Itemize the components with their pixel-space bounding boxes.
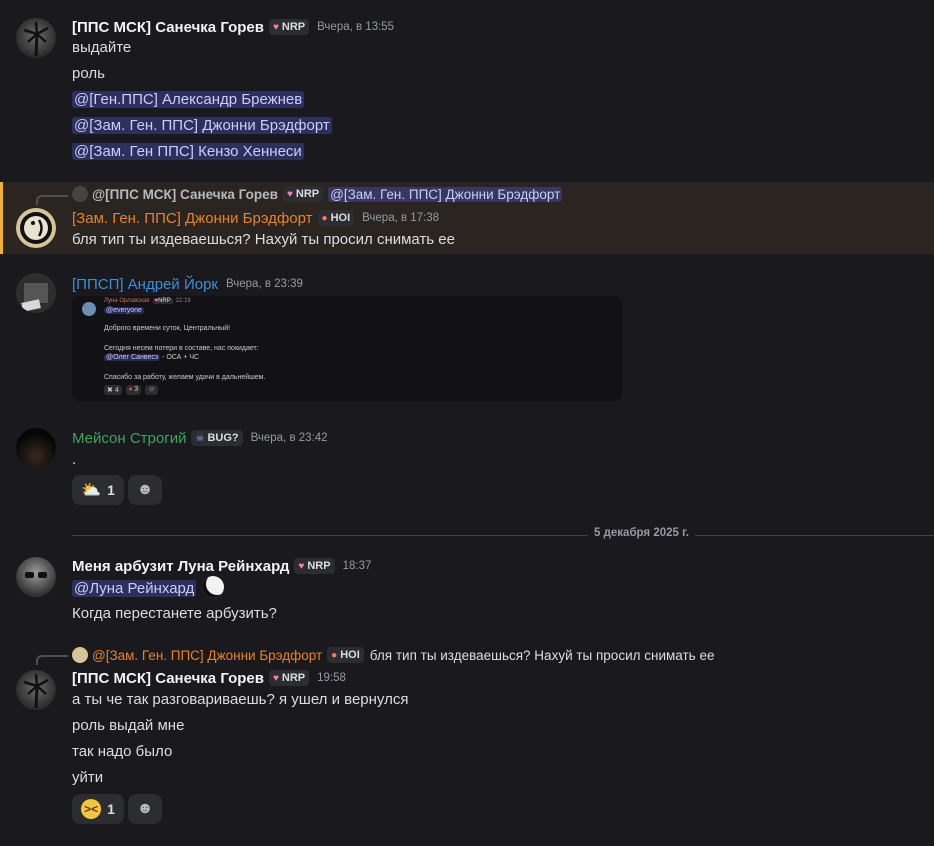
avatar	[72, 647, 88, 663]
message-text: уйти	[72, 769, 104, 786]
add-reaction-button[interactable]: ☻	[128, 794, 162, 824]
embed-text: @Олег Санвесз - ОСА + ЧС	[104, 354, 200, 361]
message-text: бля тип ты издеваешься? Нахуй ты просил …	[72, 231, 455, 248]
author-name[interactable]: [Зам. Ген. ППС] Джонни Брэдфорт	[72, 210, 313, 227]
message-text: Когда перестанете арбузить?	[72, 605, 277, 622]
user-mention[interactable]: @[Зам. Ген. ППС] Джонни Брэдфорт	[72, 117, 332, 134]
panda-emoji-icon	[202, 576, 225, 598]
reply-spine	[36, 195, 68, 205]
timestamp: Вчера, в 23:39	[225, 278, 303, 290]
add-reaction-icon: ☻	[136, 481, 154, 498]
palm-tree-icon	[23, 673, 49, 709]
sun-behind-cloud-icon: ⛅	[81, 482, 102, 499]
timestamp: Вчера, в 17:38	[362, 212, 440, 224]
embed-text: Спасибо за работу, желаем удачи в дальне…	[104, 374, 266, 381]
avatar[interactable]	[16, 18, 56, 58]
fire-icon: ●	[331, 649, 338, 661]
guild-tag: ♥NRP	[282, 186, 324, 202]
emoji-icon: ♦	[128, 386, 133, 393]
guild-tag[interactable]: ☠ BUG?	[191, 430, 243, 446]
message-header: [ППСП] Андрей Йорк Вчера, в 23:39	[72, 274, 303, 294]
message-text: @Луна Рейнхард	[72, 576, 225, 600]
guild-tag[interactable]: ♥ NRP	[268, 19, 310, 35]
skull-icon: ☠	[195, 432, 205, 444]
author-name[interactable]: [ППС МСК] Санечка Горев	[72, 19, 264, 36]
timestamp: 18:37	[342, 560, 372, 572]
heart-icon: ♥	[272, 21, 279, 33]
message-header: [ППС МСК] Санечка Горев ♥ NRP Вчера, в 13…	[72, 17, 394, 37]
timestamp: Вчера, в 13:55	[317, 21, 395, 33]
message-text: так надо было	[72, 743, 173, 760]
add-reaction-button[interactable]: ☻	[128, 475, 162, 505]
message-text: выдайте	[72, 39, 132, 56]
message-header: [Зам. Ген. ППС] Джонни Брэдфорт ● HOI Вче…	[72, 208, 439, 228]
guild-tag: ● HOI	[327, 647, 364, 663]
reaction: ♦ 3	[125, 385, 142, 395]
heart-icon: ♥	[272, 672, 279, 684]
reaction: ✖ 4	[104, 385, 122, 395]
guild-tag[interactable]: ● HOI	[317, 210, 355, 226]
reply-spine	[36, 655, 68, 665]
avatar[interactable]	[16, 208, 56, 248]
sunglasses-icon	[25, 572, 47, 578]
author-name[interactable]: Меня арбузит Луна Рейнхард	[72, 558, 289, 575]
avatar[interactable]	[16, 670, 56, 710]
reply-author: @[Зам. Ген. ППС] Джонни Брэдфорт	[92, 647, 323, 663]
message-text: роль	[72, 65, 105, 82]
author-name[interactable]: [ППСП] Андрей Йорк	[72, 276, 218, 293]
message-header: [ППС МСК] Санечка Горев ♥ NRP 19:58	[72, 668, 346, 688]
smiley-icon	[20, 212, 52, 244]
guild-tag[interactable]: ♥ NRP	[294, 558, 335, 574]
avatar	[72, 186, 88, 202]
embed-mention-line: @everyone	[104, 307, 144, 314]
heart-icon: ♥	[298, 560, 305, 572]
author-name[interactable]: [ППС МСК] Санечка Горев	[72, 670, 264, 687]
message-text: роль выдай мне	[72, 717, 185, 734]
reaction-button[interactable]: ⛅ 1	[72, 475, 124, 505]
message-header: Меня арбузит Луна Рейнхард ♥ NRP 18:37	[72, 556, 371, 576]
message-text: а ты че так разговариваешь? я ушел и вер…	[72, 691, 409, 708]
heart-icon: ♥	[286, 188, 293, 200]
avatar	[82, 302, 96, 316]
embed-reactions: ✖ 4 ♦ 3 ☺	[104, 385, 159, 395]
author-name[interactable]: Мейсон Строгий	[72, 430, 186, 447]
timestamp: Вчера, в 23:42	[250, 432, 328, 444]
character-icon	[21, 283, 48, 312]
user-mention[interactable]: @[Ген.ППС] Александр Брежнев	[72, 91, 305, 108]
skull-icon: ✖	[107, 387, 113, 394]
user-mention: @[Зам. Ген. ППС] Джонни Брэдфорт	[328, 186, 563, 202]
avatar[interactable]	[16, 557, 56, 597]
timestamp: 19:58	[317, 672, 346, 684]
date-divider	[72, 535, 934, 536]
add-reaction-icon: ☺	[145, 385, 159, 395]
image-attachment[interactable]: Луна Орловская ♥NRP 22:19 @everyone Добр…	[72, 296, 622, 401]
message-text: @[Зам. Ген. ППС] Джонни Брэдфорт	[72, 116, 332, 136]
reply-author: @[ППС МСК] Санечка Горев	[92, 186, 278, 202]
message-text: @[Ген.ППС] Александр Брежнев	[72, 90, 305, 110]
user-mention[interactable]: @Луна Рейнхард	[72, 579, 197, 597]
laughing-face-icon: ><	[81, 799, 102, 819]
reply-preview[interactable]: @[Зам. Ген. ППС] Джонни Брэдфорт ● HOI бл…	[72, 646, 714, 664]
avatar[interactable]	[16, 428, 56, 468]
avatar[interactable]	[16, 273, 56, 313]
embed-header: Луна Орловская ♥NRP 22:19	[104, 298, 191, 304]
fire-icon: ●	[321, 212, 328, 224]
guild-tag: ♥NRP	[152, 298, 173, 304]
reply-text: бля тип ты издеваешься? Нахуй ты просил …	[369, 647, 715, 663]
message-text: .	[72, 451, 77, 468]
reply-preview[interactable]: @[ППС МСК] Санечка Горев ♥ NRP @[Зам. Ген…	[72, 185, 563, 203]
guild-tag[interactable]: ♥ NRP	[268, 670, 310, 686]
reaction-button[interactable]: >< 1	[72, 794, 124, 824]
embed-text: Доброго времени суток, Центральный!	[104, 325, 231, 332]
user-mention[interactable]: @[Зам. Ген ППС] Кензо Хеннеси	[72, 143, 304, 160]
add-reaction-icon: ☻	[136, 800, 154, 817]
palm-tree-icon	[23, 21, 49, 57]
message-header: Мейсон Строгий ☠ BUG? Вчера, в 23:42	[72, 428, 328, 448]
embed-text: Сегодня несем потери в составе, нас поки…	[104, 345, 259, 352]
date-divider-label: 5 декабря 2025 г.	[588, 527, 695, 539]
message-text: @[Зам. Ген ППС] Кензо Хеннеси	[72, 142, 304, 162]
